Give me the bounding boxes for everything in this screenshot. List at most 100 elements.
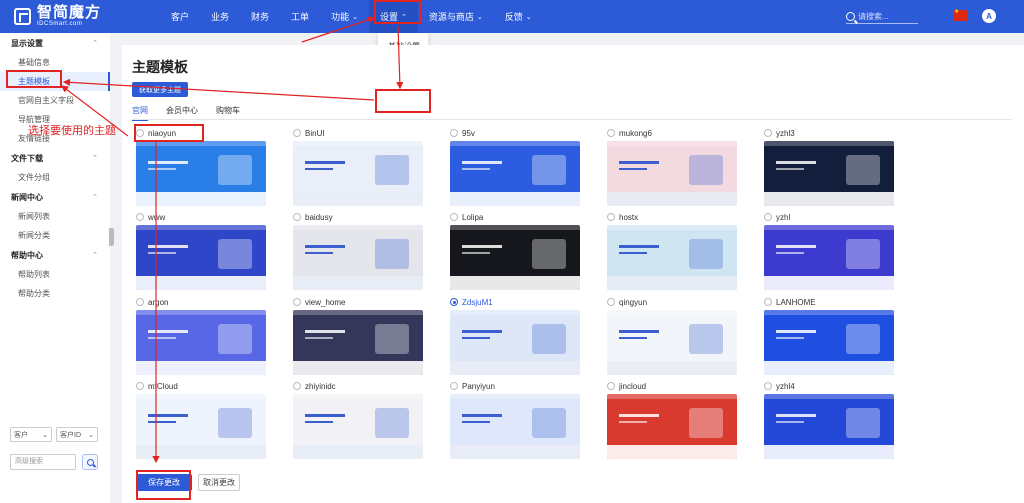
sidebar-item-2-0[interactable]: 新闻列表 xyxy=(0,207,110,226)
sidebar-group-0[interactable]: 显示设置 ⌃ xyxy=(0,35,110,53)
nav-item-0[interactable]: 客户 xyxy=(160,0,200,33)
theme-radio-label[interactable]: qingyun xyxy=(607,296,737,308)
search-field-select[interactable]: 客户 ⌄ xyxy=(10,427,52,442)
theme-preview-thumbnail[interactable] xyxy=(764,141,894,206)
radio-button[interactable] xyxy=(136,382,144,390)
china-flag-icon[interactable] xyxy=(953,8,968,21)
advanced-search-input[interactable]: 高级搜索 xyxy=(10,454,76,470)
theme-card[interactable]: 95v xyxy=(450,127,580,206)
radio-button[interactable] xyxy=(607,382,615,390)
nav-item-4[interactable]: 功能 ⌄ xyxy=(320,0,369,33)
theme-radio-label[interactable]: www xyxy=(136,211,266,223)
sidebar-group-1[interactable]: 文件下载 ⌃ xyxy=(0,150,110,168)
theme-preview-thumbnail[interactable] xyxy=(764,310,894,375)
theme-preview-thumbnail[interactable] xyxy=(136,225,266,290)
theme-radio-label[interactable]: yzhl xyxy=(764,211,894,223)
theme-radio-label[interactable]: yzhl4 xyxy=(764,380,894,392)
theme-radio-label[interactable]: niaoyun xyxy=(136,127,266,139)
theme-card[interactable]: yzhl4 xyxy=(764,380,894,459)
nav-item-7[interactable]: 反馈 ⌄ xyxy=(494,0,543,33)
sidebar-item-0-1[interactable]: 主题模板 xyxy=(0,72,110,91)
nav-item-2[interactable]: 财务 xyxy=(240,0,280,33)
user-avatar[interactable]: A xyxy=(982,9,996,23)
theme-card[interactable]: Lolipa xyxy=(450,211,580,290)
radio-button[interactable] xyxy=(607,298,615,306)
theme-radio-label[interactable]: zhiyinidc xyxy=(293,380,423,392)
theme-radio-label[interactable]: mfCloud xyxy=(136,380,266,392)
top-search-input[interactable] xyxy=(858,11,916,21)
theme-radio-label[interactable]: BinUI xyxy=(293,127,423,139)
theme-card[interactable]: baidusy xyxy=(293,211,423,290)
theme-radio-label[interactable]: Panyiyun xyxy=(450,380,580,392)
sidebar-collapse-handle[interactable] xyxy=(109,228,114,246)
sidebar-item-3-0[interactable]: 帮助列表 xyxy=(0,265,110,284)
theme-radio-label[interactable]: argon xyxy=(136,296,266,308)
theme-radio-label[interactable]: view_home xyxy=(293,296,423,308)
theme-card[interactable]: ZdsjuM1 xyxy=(450,296,580,375)
nav-item-5[interactable]: 设置 ⌃ xyxy=(368,0,418,33)
theme-preview-thumbnail[interactable] xyxy=(450,310,580,375)
radio-button[interactable] xyxy=(764,129,772,137)
top-search[interactable] xyxy=(846,9,918,24)
get-more-themes-button[interactable]: 获取更多主题 xyxy=(132,82,188,97)
radio-button[interactable] xyxy=(136,298,144,306)
theme-radio-label[interactable]: 95v xyxy=(450,127,580,139)
theme-card[interactable]: jincloud xyxy=(607,380,737,459)
nav-item-3[interactable]: 工单 xyxy=(280,0,320,33)
theme-preview-thumbnail[interactable] xyxy=(450,141,580,206)
theme-preview-thumbnail[interactable] xyxy=(293,141,423,206)
theme-preview-thumbnail[interactable] xyxy=(607,141,737,206)
theme-preview-thumbnail[interactable] xyxy=(764,225,894,290)
radio-button[interactable] xyxy=(607,129,615,137)
brand-logo[interactable]: 智简魔方 IDCSmart.com xyxy=(14,5,101,27)
sidebar-group-3[interactable]: 帮助中心 ⌃ xyxy=(0,247,110,265)
theme-radio-label[interactable]: baidusy xyxy=(293,211,423,223)
theme-radio-label[interactable]: LANHOME xyxy=(764,296,894,308)
save-button[interactable]: 保存更改 xyxy=(136,474,192,491)
radio-button[interactable] xyxy=(764,382,772,390)
sidebar-item-3-1[interactable]: 帮助分类 xyxy=(0,284,110,303)
radio-button[interactable] xyxy=(293,382,301,390)
theme-radio-label[interactable]: yzhl3 xyxy=(764,127,894,139)
search-key-select[interactable]: 客户ID ⌄ xyxy=(56,427,98,442)
theme-card[interactable]: BinUI xyxy=(293,127,423,206)
theme-radio-label[interactable]: jincloud xyxy=(607,380,737,392)
theme-preview-thumbnail[interactable] xyxy=(607,310,737,375)
theme-preview-thumbnail[interactable] xyxy=(293,310,423,375)
theme-card[interactable]: hostx xyxy=(607,211,737,290)
theme-preview-thumbnail[interactable] xyxy=(450,225,580,290)
theme-preview-thumbnail[interactable] xyxy=(607,225,737,290)
radio-button[interactable] xyxy=(450,213,458,221)
theme-preview-thumbnail[interactable] xyxy=(607,394,737,459)
theme-card[interactable]: mfCloud xyxy=(136,380,266,459)
theme-card[interactable]: qingyun xyxy=(607,296,737,375)
sidebar-item-1-0[interactable]: 文件分组 xyxy=(0,168,110,187)
theme-card[interactable]: view_home xyxy=(293,296,423,375)
sidebar-item-0-0[interactable]: 基础信息 xyxy=(0,53,110,72)
radio-button[interactable] xyxy=(450,129,458,137)
theme-preview-thumbnail[interactable] xyxy=(136,394,266,459)
cancel-button[interactable]: 取消更改 xyxy=(198,474,240,491)
radio-button[interactable] xyxy=(136,129,144,137)
nav-item-1[interactable]: 业务 xyxy=(200,0,240,33)
sidebar-item-2-1[interactable]: 新闻分类 xyxy=(0,226,110,245)
theme-radio-label[interactable]: ZdsjuM1 xyxy=(450,296,580,308)
nav-item-6[interactable]: 资源与商店 ⌄ xyxy=(418,0,494,33)
theme-card[interactable]: yzhl xyxy=(764,211,894,290)
theme-card[interactable]: Panyiyun xyxy=(450,380,580,459)
sidebar-group-2[interactable]: 新闻中心 ⌃ xyxy=(0,189,110,207)
theme-preview-thumbnail[interactable] xyxy=(764,394,894,459)
radio-button[interactable] xyxy=(607,213,615,221)
theme-preview-thumbnail[interactable] xyxy=(293,225,423,290)
radio-button[interactable] xyxy=(293,298,301,306)
theme-preview-thumbnail[interactable] xyxy=(136,141,266,206)
theme-card[interactable]: zhiyinidc xyxy=(293,380,423,459)
radio-button[interactable] xyxy=(764,213,772,221)
radio-button[interactable] xyxy=(293,129,301,137)
theme-radio-label[interactable]: Lolipa xyxy=(450,211,580,223)
radio-button[interactable] xyxy=(293,213,301,221)
theme-card[interactable]: argon xyxy=(136,296,266,375)
theme-preview-thumbnail[interactable] xyxy=(450,394,580,459)
radio-button[interactable] xyxy=(136,213,144,221)
theme-preview-thumbnail[interactable] xyxy=(293,394,423,459)
